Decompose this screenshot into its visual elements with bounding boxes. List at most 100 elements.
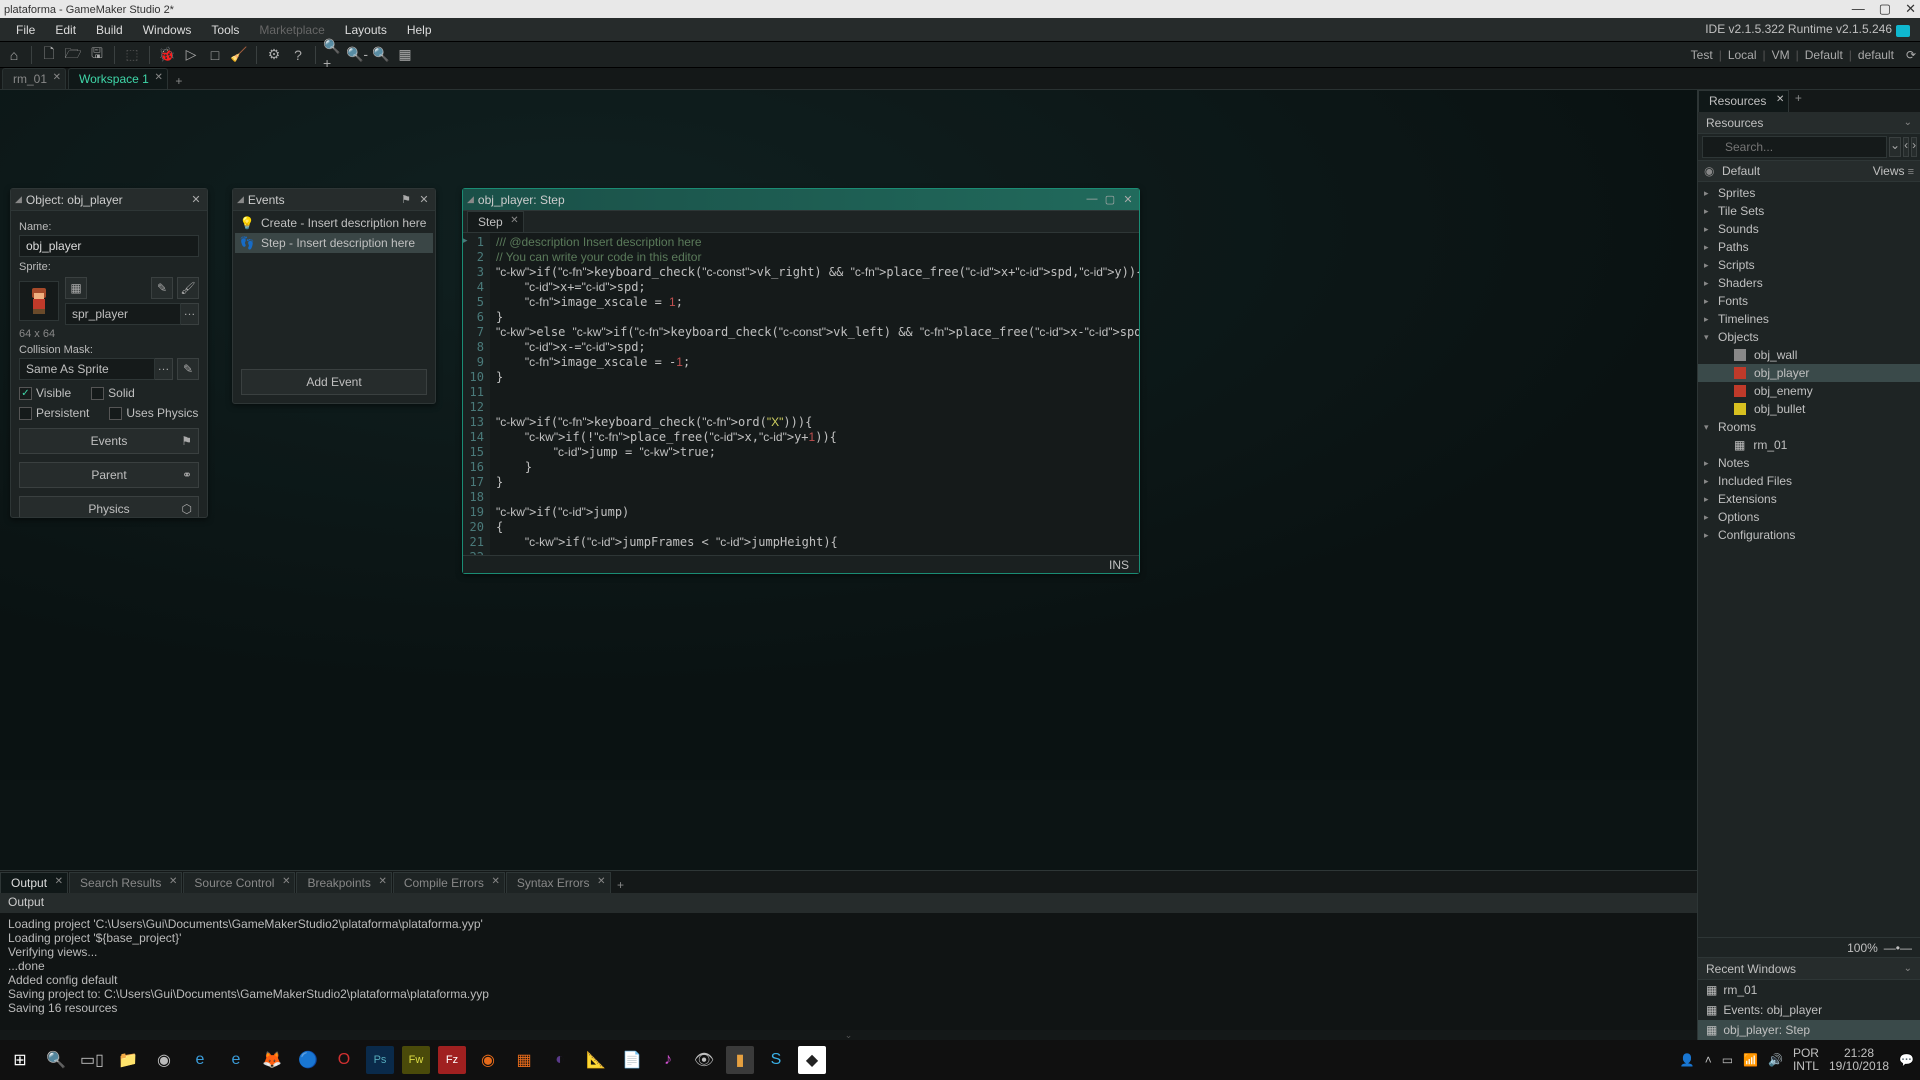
target-vm[interactable]: VM (1772, 48, 1790, 62)
app-icon[interactable]: 📐 (582, 1046, 610, 1074)
open-icon[interactable]: 🗁 (63, 45, 83, 65)
output-tab[interactable]: Breakpoints✕ (296, 872, 391, 893)
flag-icon[interactable]: ⚑ (399, 193, 413, 206)
tree-folder[interactable]: ▸Shaders (1698, 274, 1920, 292)
tray-battery-icon[interactable]: ▭ (1722, 1053, 1733, 1067)
taskview-icon[interactable]: ▭▯ (78, 1046, 106, 1074)
recent-item[interactable]: ▦rm_01 (1698, 980, 1920, 1000)
tree-item[interactable]: obj_wall (1698, 346, 1920, 364)
solid-checkbox[interactable]: Solid (91, 386, 135, 400)
menu-edit[interactable]: Edit (45, 20, 86, 40)
tree-folder[interactable]: ▾Rooms (1698, 418, 1920, 436)
output-tab[interactable]: Syntax Errors✕ (506, 872, 611, 893)
parent-button[interactable]: Parent⚭ (19, 462, 199, 488)
layout-icon[interactable]: ▦ (395, 45, 415, 65)
help-icon[interactable]: ? (288, 45, 308, 65)
tree-folder[interactable]: ▸Paths (1698, 238, 1920, 256)
opera-icon[interactable]: O (330, 1046, 358, 1074)
target-refresh-icon[interactable]: ⟳ (1906, 48, 1916, 62)
menu-marketplace[interactable]: Marketplace (249, 20, 334, 40)
target-local[interactable]: Local (1728, 48, 1757, 62)
physics-button[interactable]: Physics⬡ (19, 496, 199, 517)
chrome-icon[interactable]: 🔵 (294, 1046, 322, 1074)
menu-help[interactable]: Help (397, 20, 442, 40)
app-icon[interactable]: 📄 (618, 1046, 646, 1074)
edge-icon[interactable]: e (222, 1046, 250, 1074)
target-test[interactable]: Test (1691, 48, 1713, 62)
sprite-brush-icon[interactable]: 🖌 (177, 277, 199, 299)
output-tab[interactable]: Compile Errors✕ (393, 872, 505, 893)
visible-checkbox[interactable]: ✓Visible (19, 386, 71, 400)
tree-item[interactable]: obj_enemy (1698, 382, 1920, 400)
tree-item[interactable]: obj_player (1698, 364, 1920, 382)
tree-folder[interactable]: ▸Tile Sets (1698, 202, 1920, 220)
discord-icon[interactable]: 👁 (690, 1046, 718, 1074)
zoom-in-icon[interactable]: 🔍+ (323, 45, 343, 65)
new-icon[interactable]: 🗋 (39, 45, 59, 65)
firefox-icon[interactable]: 🦊 (258, 1046, 286, 1074)
explorer-icon[interactable]: 📁 (114, 1046, 142, 1074)
close-icon[interactable]: ✕ (417, 193, 431, 206)
start-icon[interactable]: ⊞ (6, 1046, 34, 1074)
tray-volume-icon[interactable]: 🔊 (1768, 1053, 1783, 1067)
run-icon[interactable]: ▷ (181, 45, 201, 65)
tray-language[interactable]: PORINTL (1793, 1047, 1819, 1073)
next-icon[interactable]: › (1911, 137, 1917, 157)
tray-notifications-icon[interactable]: 💬 (1899, 1053, 1914, 1067)
code-editor[interactable]: ▸ 12345678910111213141516171819202122232… (463, 233, 1139, 555)
eclipse-icon[interactable]: ◐ (546, 1046, 574, 1074)
tray-up-icon[interactable]: ˄ (1705, 1053, 1712, 1067)
maximize-icon[interactable]: ▢ (1103, 193, 1117, 206)
prev-icon[interactable]: ‹ (1903, 137, 1909, 157)
app-icon[interactable]: ▦ (510, 1046, 538, 1074)
target-icon[interactable]: ◉ (1704, 164, 1718, 178)
events-button[interactable]: Events⚑ (19, 428, 199, 454)
tree-item[interactable]: ▦rm_01 (1698, 436, 1920, 454)
gear-icon[interactable]: ⚙ (264, 45, 284, 65)
fireworks-icon[interactable]: Fw (402, 1046, 430, 1074)
close-icon[interactable]: ✕ (1905, 1, 1916, 17)
chevron-down-icon[interactable]: ⌄ (1904, 117, 1912, 128)
resource-tree[interactable]: ▸Sprites▸Tile Sets▸Sounds▸Paths▸Scripts▸… (1698, 182, 1920, 937)
close-icon[interactable]: ✕ (154, 72, 162, 83)
menu-file[interactable]: File (6, 20, 45, 40)
output-log[interactable]: Loading project 'C:\Users\Gui\Documents\… (0, 913, 1697, 1030)
sprite-dropdown-icon[interactable]: … (181, 303, 199, 325)
resource-search-input[interactable] (1702, 136, 1887, 158)
maximize-icon[interactable]: ▢ (1879, 1, 1891, 17)
skype-icon[interactable]: S (762, 1046, 790, 1074)
recent-item[interactable]: ▦Events: obj_player (1698, 1000, 1920, 1020)
sprite-new-icon[interactable]: ▦ (65, 277, 87, 299)
photoshop-icon[interactable]: Ps (366, 1046, 394, 1074)
menu-tools[interactable]: Tools (201, 20, 249, 40)
app-icon[interactable]: ◉ (474, 1046, 502, 1074)
event-item[interactable]: 💡Create - Insert description here (235, 213, 433, 233)
sprite-edit-icon[interactable]: ✎ (151, 277, 173, 299)
physics-checkbox[interactable]: Uses Physics (109, 406, 198, 420)
new-tab-button[interactable]: + (1789, 90, 1807, 106)
tree-folder[interactable]: ▸Sounds (1698, 220, 1920, 238)
close-icon[interactable]: ✕ (1121, 193, 1135, 206)
minimize-icon[interactable]: — (1852, 1, 1865, 17)
filezilla-icon[interactable]: Fz (438, 1046, 466, 1074)
sublime-icon[interactable]: ▮ (726, 1046, 754, 1074)
gamemaker-icon[interactable]: ◆ (798, 1046, 826, 1074)
target-default[interactable]: default (1858, 48, 1894, 62)
sprite-select[interactable]: spr_player (65, 303, 181, 325)
chat-icon[interactable] (1896, 25, 1910, 37)
resize-grip[interactable]: ⌄ (0, 1030, 1697, 1040)
workspace[interactable]: ◢Object: obj_player✕ Name: Sprite: ▦✎🖌 s… (0, 90, 1920, 780)
add-event-button[interactable]: Add Event (241, 369, 427, 395)
menu-layouts[interactable]: Layouts (335, 20, 397, 40)
code-tab-step[interactable]: Step✕ (467, 211, 524, 232)
sprite-preview[interactable] (19, 281, 59, 321)
output-tab[interactable]: Output✕ (0, 872, 68, 893)
clean-icon[interactable]: 🧹 (229, 45, 249, 65)
close-icon[interactable]: ✕ (189, 193, 203, 206)
tree-folder[interactable]: ▸Extensions (1698, 490, 1920, 508)
tree-folder[interactable]: ▸Included Files (1698, 472, 1920, 490)
tree-folder[interactable]: ▸Fonts (1698, 292, 1920, 310)
save-icon[interactable]: 🖫 (87, 45, 107, 65)
mask-edit-icon[interactable]: ✎ (177, 358, 199, 380)
tree-folder[interactable]: ▸Timelines (1698, 310, 1920, 328)
